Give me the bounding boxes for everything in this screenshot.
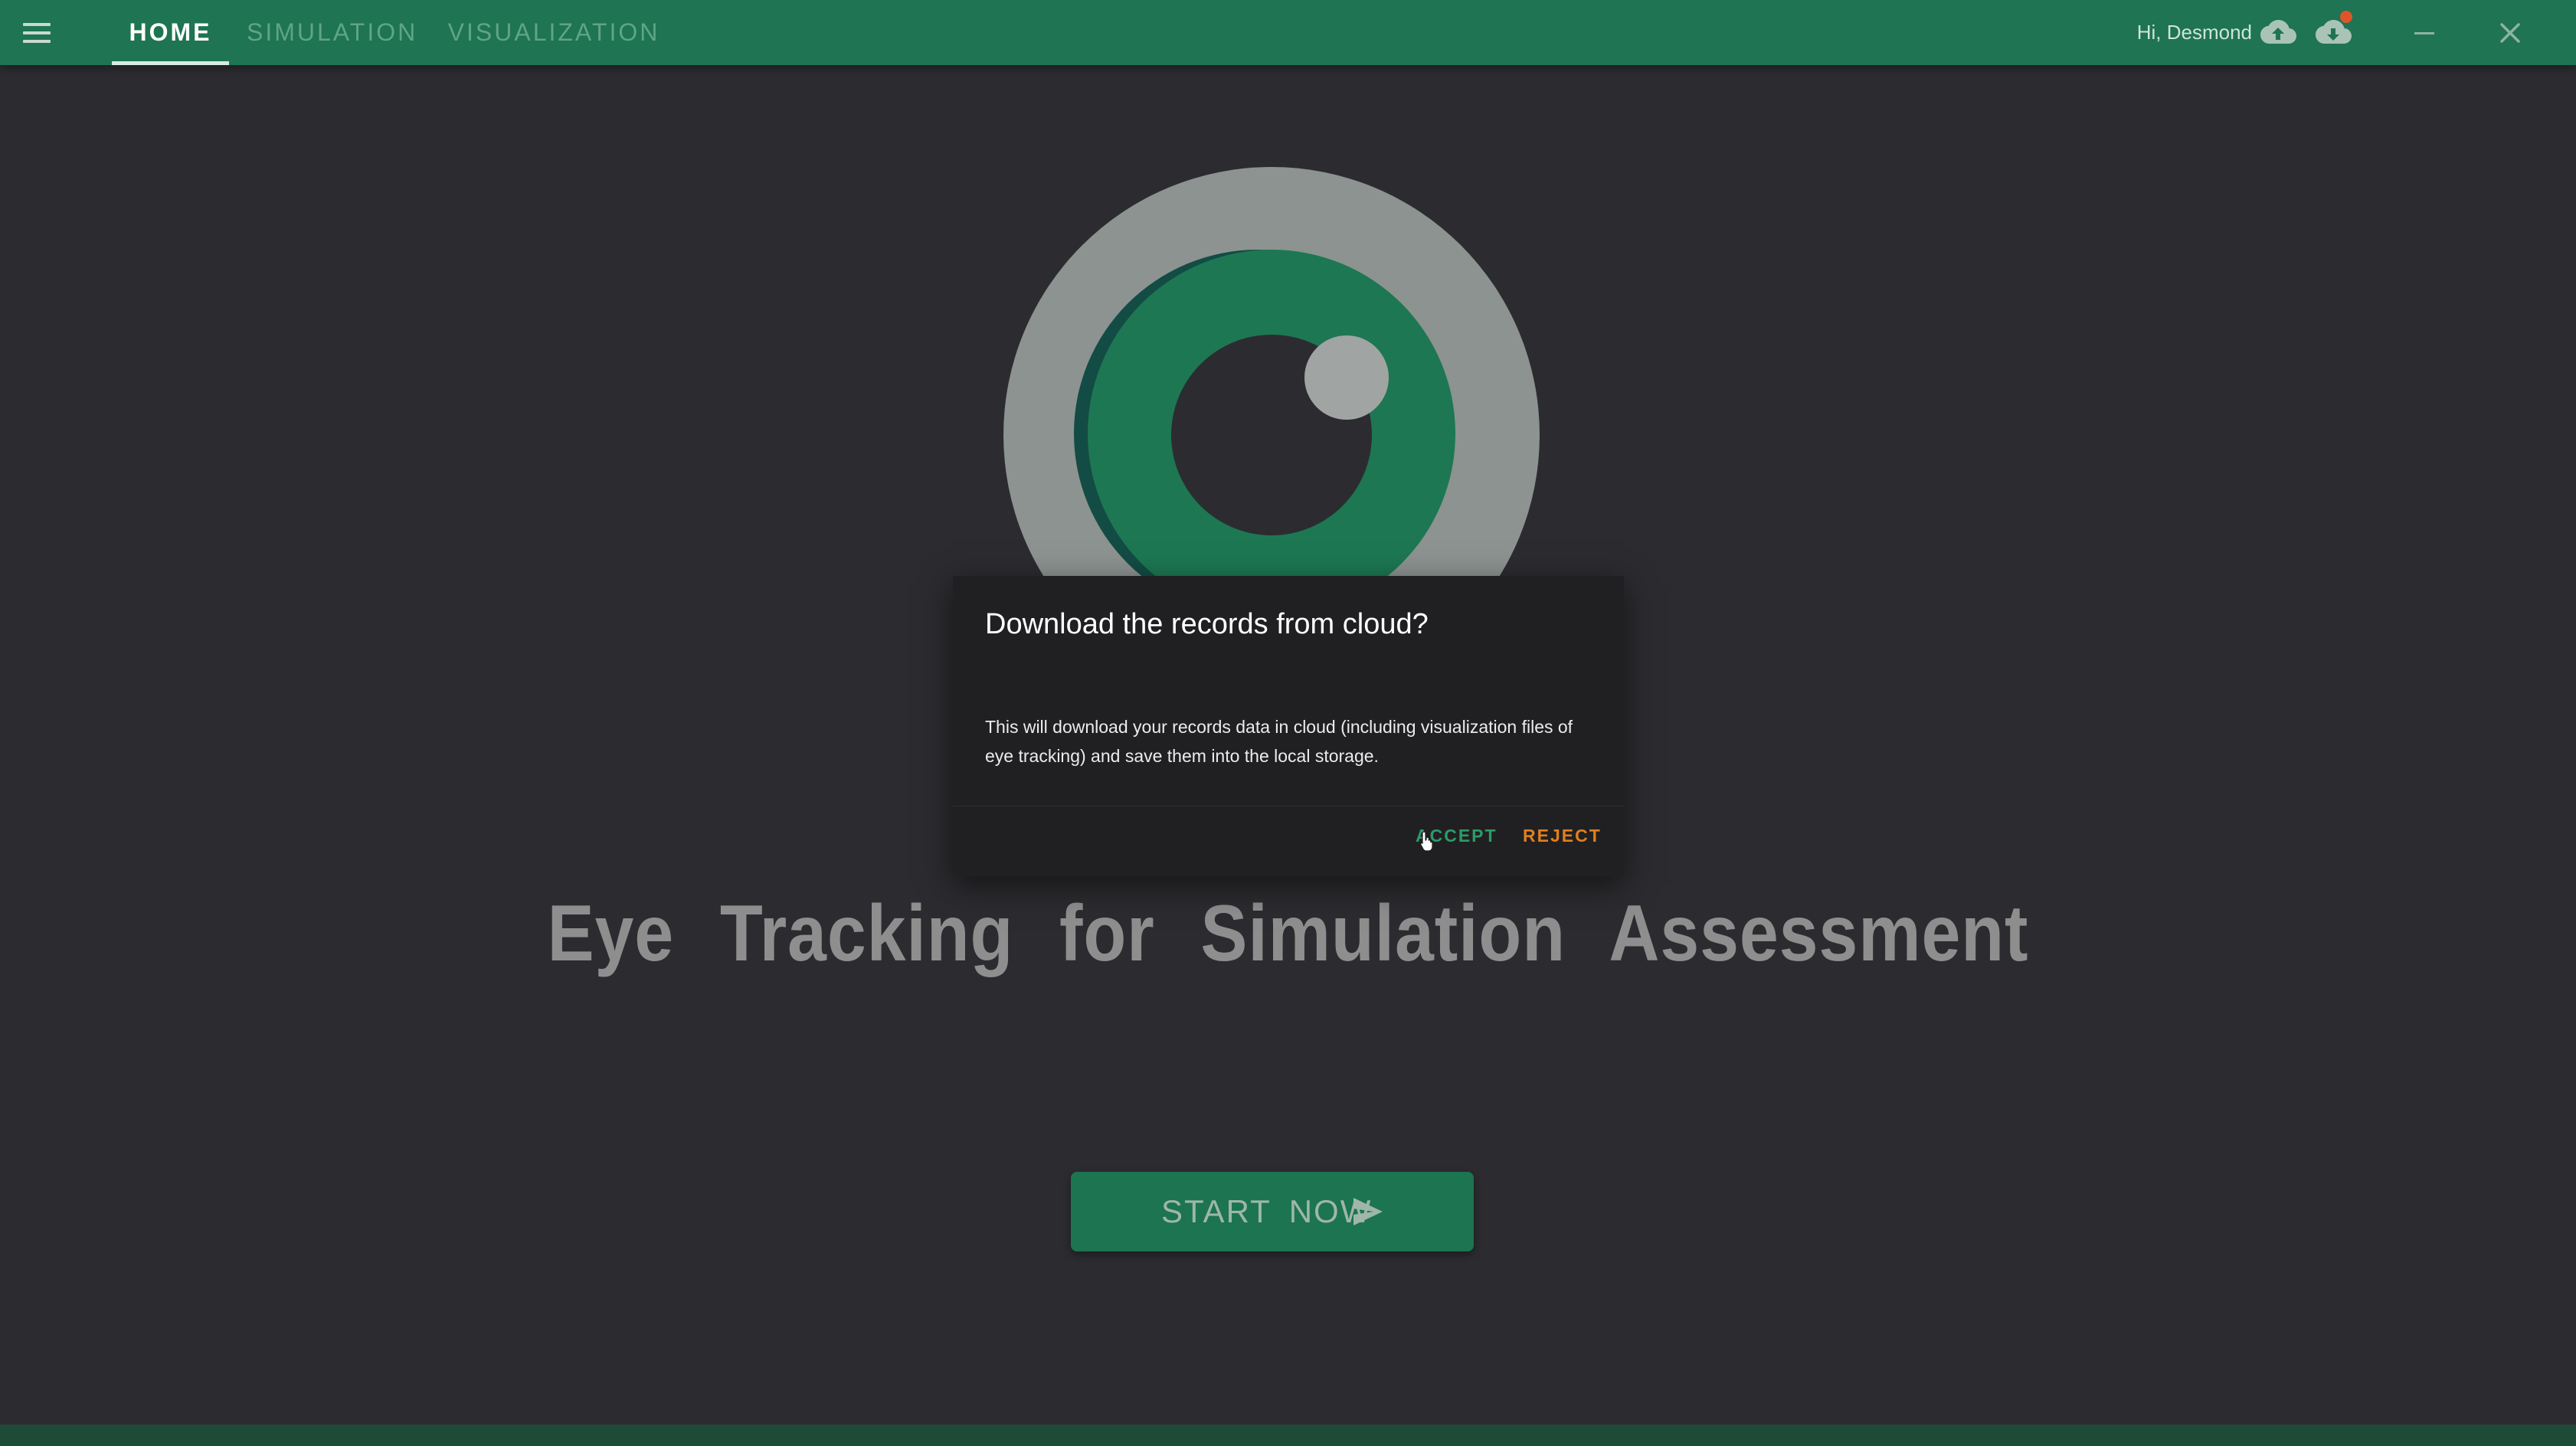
close-icon[interactable] <box>2493 15 2528 51</box>
pointer-cursor-icon <box>1420 831 1433 852</box>
bottom-strip <box>0 1425 2576 1446</box>
dialog-body: This will download your records data in … <box>985 717 1573 766</box>
tab-simulation[interactable]: SIMULATION <box>247 0 415 65</box>
tab-home[interactable]: HOME <box>112 0 229 65</box>
notification-dot <box>2340 11 2352 23</box>
download-dialog: Download the records from cloud? This wi… <box>953 576 1624 876</box>
send-icon <box>1353 1198 1383 1225</box>
user-greeting: Hi, Desmond <box>2136 21 2252 44</box>
page-title: Eye Tracking for Simulation Assessment <box>547 889 2029 978</box>
menu-icon[interactable] <box>23 23 51 43</box>
minimize-icon[interactable] <box>2407 15 2442 51</box>
dialog-title: Download the records from cloud? <box>985 608 1429 640</box>
start-now-button[interactable]: START NOW <box>1071 1172 1474 1251</box>
cloud-upload-icon[interactable] <box>2258 17 2298 47</box>
app-bar: HOME SIMULATION VISUALIZATION Hi, Desmon… <box>0 0 2576 65</box>
reject-button[interactable]: REJECT <box>1523 826 1602 846</box>
tab-visualization[interactable]: VISUALIZATION <box>447 0 660 65</box>
start-now-label: START NOW <box>1161 1193 1373 1229</box>
active-tab-indicator <box>112 61 229 65</box>
